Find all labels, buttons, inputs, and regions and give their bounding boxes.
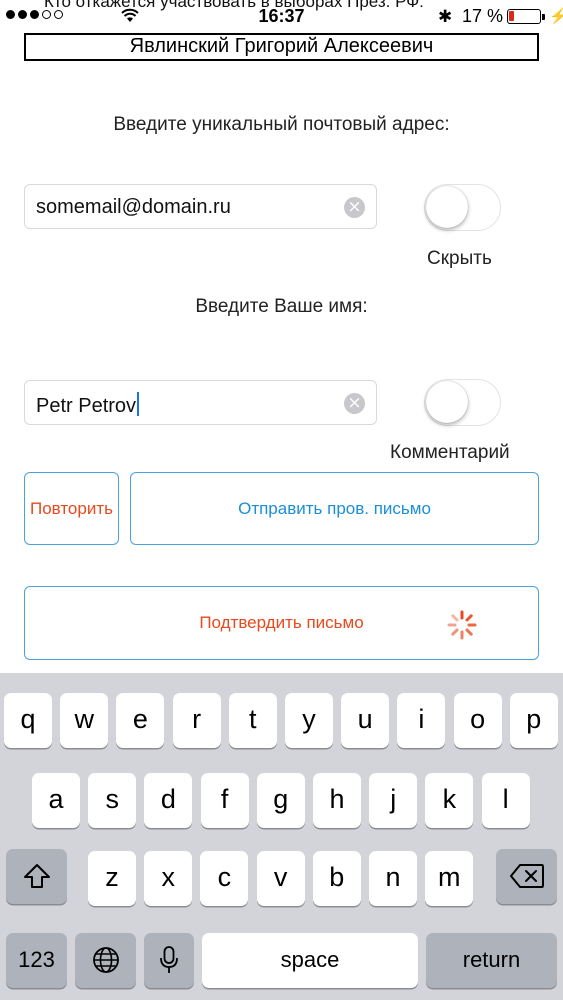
text-caret [137,392,140,416]
return-key[interactable]: return [426,933,557,988]
hide-toggle-label: Скрыть [427,248,492,269]
key-q[interactable]: q [4,693,52,748]
loading-spinner-icon [447,610,477,640]
status-bar: Кто откажется участвовать в выборах През… [0,0,563,32]
backspace-key[interactable] [496,849,557,904]
key-l[interactable]: l [481,773,530,828]
space-key-label: space [280,947,340,972]
key-g[interactable]: g [256,773,305,828]
globe-key[interactable] [75,933,136,988]
shift-icon [23,864,50,888]
email-value: somemail@domain.ru [36,196,231,218]
key-r[interactable]: r [172,693,221,748]
key-f[interactable]: f [200,773,249,828]
comment-toggle[interactable] [424,379,501,426]
key-k[interactable]: k [425,773,474,828]
microphone-icon [160,946,178,973]
space-key[interactable]: space [202,933,418,988]
send-check-email-label: Отправить пров. письмо [238,499,431,518]
key-w[interactable]: w [60,693,109,748]
key-j[interactable]: j [369,773,418,828]
return-key-label: return [462,947,521,972]
clear-name-icon[interactable]: × [344,393,365,414]
key-z[interactable]: z [88,851,136,906]
email-prompt: Введите уникальный почтовый адрес: [113,114,450,135]
microphone-key[interactable] [144,933,194,988]
key-i[interactable]: i [397,693,446,748]
candidate-name: Явлинский Григорий Алексеевич [24,33,539,61]
repeat-button[interactable]: Повторить [24,472,119,545]
name-prompt: Введите Ваше имя: [195,296,368,317]
battery-icon [507,9,541,24]
key-x[interactable]: x [144,851,193,906]
toggle-knob [426,381,468,423]
key-m[interactable]: m [425,851,474,906]
key-u[interactable]: u [341,693,390,748]
clear-email-icon[interactable]: × [344,197,365,218]
numbers-key[interactable]: 123 [6,933,67,988]
battery-percent: 17 % [462,6,504,26]
toggle-knob [426,186,468,228]
key-h[interactable]: h [313,773,361,828]
key-v[interactable]: v [256,851,305,906]
backspace-icon [509,864,544,888]
hide-toggle[interactable] [424,184,501,231]
key-n[interactable]: n [369,851,417,906]
key-y[interactable]: y [285,693,333,748]
shift-key[interactable] [6,849,67,904]
key-s[interactable]: s [88,773,137,828]
key-b[interactable]: b [312,851,361,906]
key-t[interactable]: t [228,693,277,748]
key-o[interactable]: o [453,693,502,748]
key-p[interactable]: p [509,693,558,748]
battery-fill [509,11,514,21]
key-d[interactable]: d [144,773,193,828]
key-e[interactable]: e [116,693,165,748]
numbers-key-label: 123 [18,947,55,972]
name-field[interactable]: Petr Petrov × [24,380,377,425]
battery-tip [542,14,545,20]
charging-icon: ⚡ [549,8,563,25]
email-field[interactable]: somemail@domain.ru × [24,184,377,229]
repeat-button-label: Повторить [30,499,113,518]
send-check-email-button[interactable]: Отправить пров. письмо [130,472,539,545]
confirm-email-label: Подтвердить письмо [199,613,364,632]
key-a[interactable]: a [32,773,80,828]
keyboard: qwertyuiop asdfghjkl zxcvbnm 123 space r… [0,673,563,1000]
name-value: Petr Petrov [36,392,140,418]
key-c[interactable]: c [200,851,249,906]
comment-toggle-label: Комментарий [390,442,510,463]
globe-icon [92,947,119,973]
bluetooth-icon: ✱ [438,7,453,26]
